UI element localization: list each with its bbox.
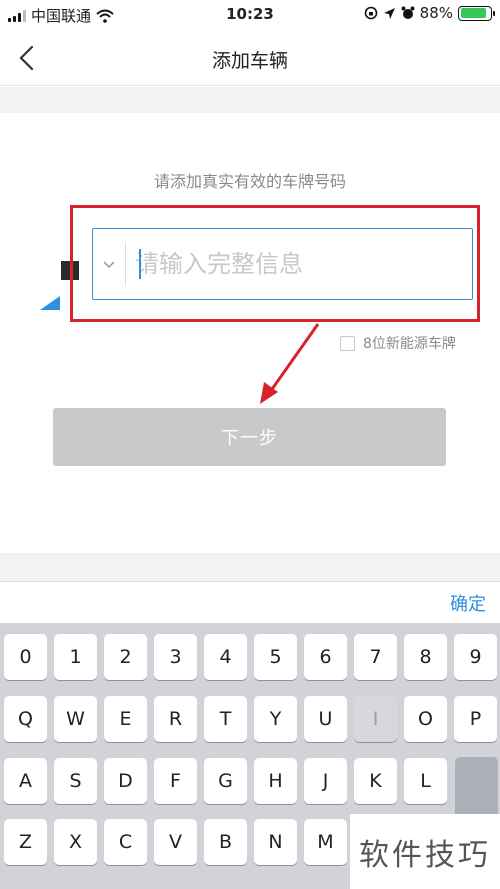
key-d[interactable]: D <box>104 758 147 804</box>
alarm-icon <box>401 6 415 19</box>
next-step-button[interactable]: 下一步 <box>53 408 446 466</box>
new-energy-label: 8位新能源车牌 <box>363 336 456 352</box>
page-title: 添加车辆 <box>211 50 288 72</box>
key-c[interactable]: C <box>104 819 147 865</box>
key-5[interactable]: 5 <box>254 634 297 680</box>
battery-percent: 88% <box>419 4 453 22</box>
key-n[interactable]: N <box>254 819 297 865</box>
key-x[interactable]: X <box>54 819 97 865</box>
key-3[interactable]: 3 <box>154 634 197 680</box>
key-p[interactable]: P <box>454 696 497 742</box>
status-bar: 中国联通 10:23 88% <box>0 0 500 30</box>
keyboard-toolbar: 确定 <box>0 581 500 623</box>
orientation-lock-icon <box>364 6 377 20</box>
key-6[interactable]: 6 <box>304 634 347 680</box>
key-b[interactable]: B <box>204 819 247 865</box>
key-0[interactable]: 0 <box>4 634 47 680</box>
key-q[interactable]: Q <box>4 696 47 742</box>
battery-icon <box>458 5 495 21</box>
confirm-button[interactable]: 确定 <box>450 590 486 616</box>
key-j[interactable]: J <box>304 758 347 804</box>
watermark: 软件技巧 <box>350 814 500 889</box>
key-a[interactable]: A <box>4 758 47 804</box>
key-2[interactable]: 2 <box>104 634 147 680</box>
key-r[interactable]: R <box>154 696 197 742</box>
key-h[interactable]: H <box>254 758 297 804</box>
key-f[interactable]: F <box>154 758 197 804</box>
key-w[interactable]: W <box>54 696 97 742</box>
key-y[interactable]: Y <box>254 696 297 742</box>
key-v[interactable]: V <box>154 819 197 865</box>
key-e[interactable]: E <box>104 696 147 742</box>
key-l[interactable]: L <box>404 758 447 804</box>
key-7[interactable]: 7 <box>354 634 397 680</box>
keyboard-divider <box>0 553 500 581</box>
key-9[interactable]: 9 <box>454 634 497 680</box>
key-t[interactable]: T <box>204 696 247 742</box>
section-divider <box>0 87 500 113</box>
key-z[interactable]: Z <box>4 819 47 865</box>
location-icon <box>383 7 395 19</box>
key-s[interactable]: S <box>54 758 97 804</box>
key-i: I <box>354 696 397 742</box>
new-energy-option[interactable]: 8位新能源车牌 <box>340 333 456 353</box>
highlight-box <box>70 205 480 322</box>
new-energy-checkbox[interactable] <box>340 335 355 351</box>
key-g[interactable]: G <box>204 758 247 804</box>
key-1[interactable]: 1 <box>54 634 97 680</box>
plate-hint: 请添加真实有效的车牌号码 <box>153 172 346 191</box>
key-u[interactable]: U <box>304 696 347 742</box>
key-m[interactable]: M <box>304 819 347 865</box>
input-corner-marker <box>40 296 60 310</box>
key-k[interactable]: K <box>354 758 397 804</box>
key-4[interactable]: 4 <box>204 634 247 680</box>
status-right: 88% <box>364 4 495 22</box>
key-o[interactable]: O <box>404 696 447 742</box>
annotation-arrow-icon <box>260 323 320 404</box>
key-8[interactable]: 8 <box>404 634 447 680</box>
nav-bar: 添加车辆 <box>0 30 500 86</box>
